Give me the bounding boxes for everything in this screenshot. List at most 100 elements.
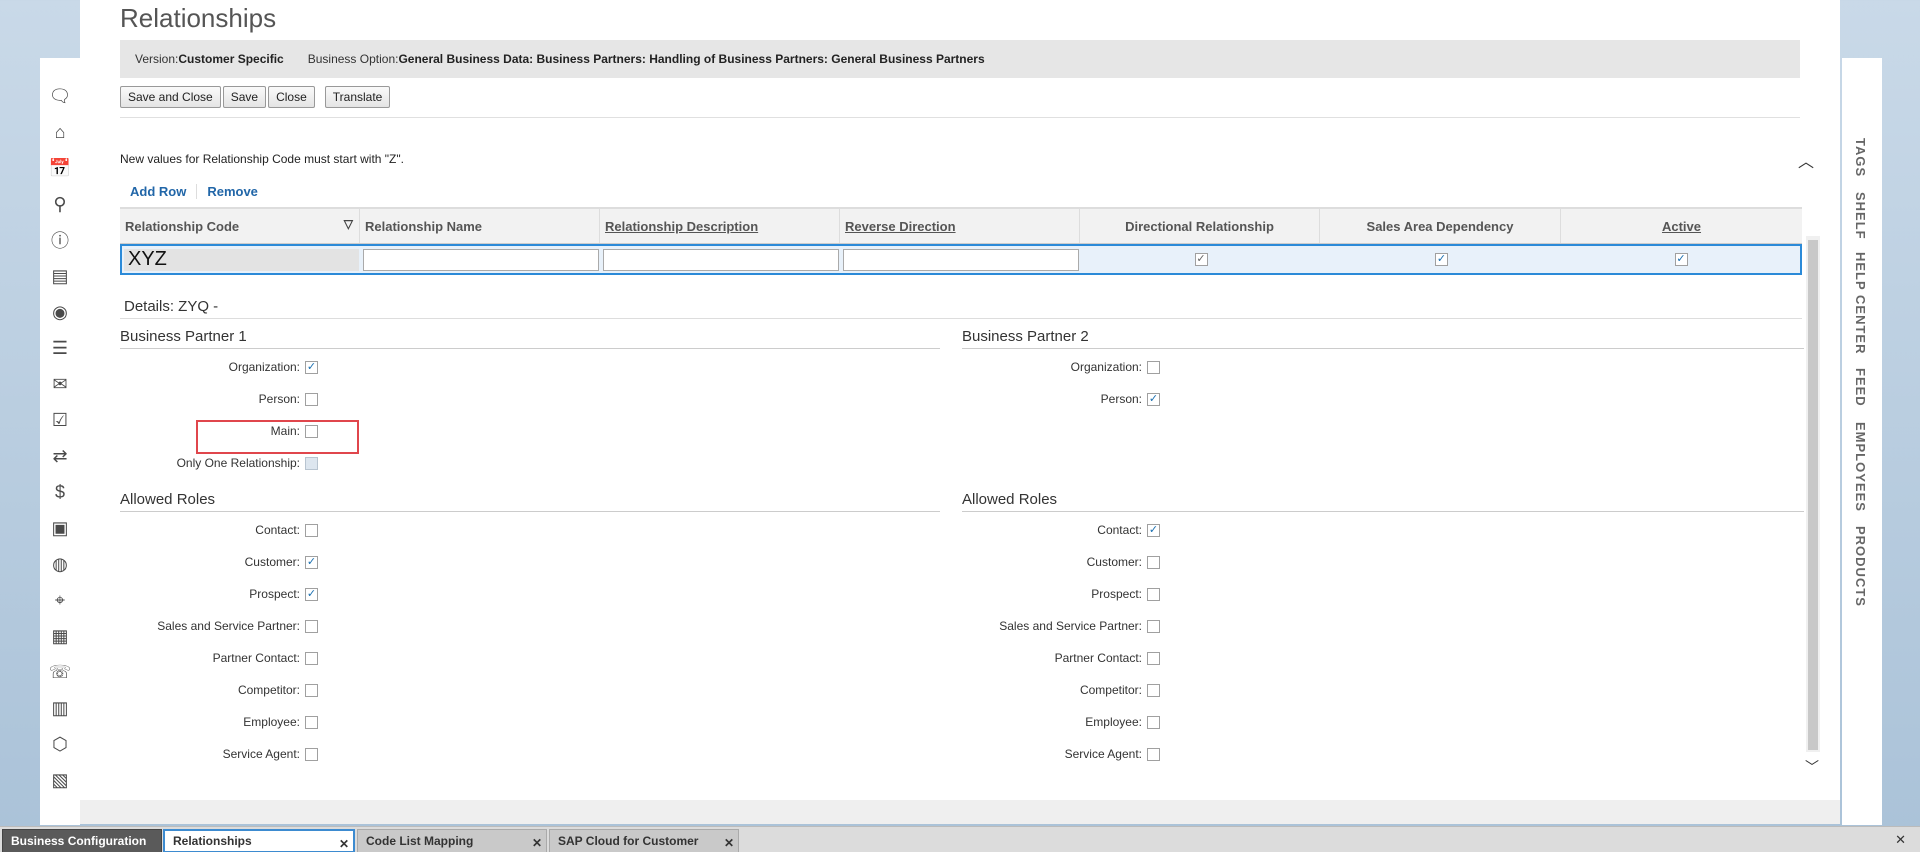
mail-icon[interactable]: ✉ <box>48 372 72 396</box>
document-icon[interactable]: ▧ <box>48 768 72 792</box>
allowed-roles-title: Allowed Roles <box>120 491 216 508</box>
calendar-grid-icon[interactable]: ▦ <box>48 624 72 648</box>
partner-contact-checkbox[interactable] <box>305 651 318 665</box>
field-label: Partner Contact: <box>212 651 300 665</box>
service-agent-checkbox[interactable] <box>1147 747 1160 761</box>
checklist-icon[interactable]: ☑ <box>48 408 72 432</box>
home-icon[interactable]: ⌂ <box>48 120 72 144</box>
relationship-description-input[interactable] <box>603 248 839 271</box>
employee-checkbox[interactable] <box>1147 715 1160 729</box>
role-row: Service Agent: <box>120 747 318 761</box>
prospect-checkbox[interactable] <box>1147 587 1160 601</box>
add-row-button[interactable]: Add Row <box>120 184 196 199</box>
role-row: Partner Contact: <box>120 651 318 665</box>
main-checkbox[interactable] <box>305 424 318 438</box>
organization-checkbox[interactable]: ✓ <box>305 360 318 374</box>
tab-label: SAP Cloud for Customer <box>558 834 699 848</box>
side-tab-feed[interactable]: FEED <box>1853 368 1868 407</box>
page-title: Relationships <box>120 3 277 33</box>
sales-and-service-partner-checkbox[interactable] <box>1147 619 1160 633</box>
toolbar-divider <box>120 117 1800 118</box>
close-icon[interactable]: ✕ <box>339 837 349 851</box>
alert-icon[interactable]: ⓘ <box>48 228 72 252</box>
save-and-close-button[interactable]: Save and Close <box>120 86 221 108</box>
side-tab-shelf[interactable]: SHELF <box>1853 192 1868 240</box>
sales-and-service-partner-checkbox[interactable] <box>305 619 318 633</box>
footer-band <box>80 800 1840 824</box>
map-pin-icon[interactable]: ⌖ <box>48 588 72 612</box>
notebook-icon[interactable]: ▤ <box>48 264 72 288</box>
side-tab-help-center[interactable]: HELP CENTER <box>1853 252 1868 355</box>
phone-icon[interactable]: ☏ <box>48 660 72 684</box>
calendar-icon[interactable]: 📅 <box>48 156 72 180</box>
directional-relationship-checkbox[interactable]: ✓ <box>1194 253 1208 266</box>
column-reverse-direction[interactable]: Reverse Direction <box>840 209 1080 243</box>
tab-code-list-mapping[interactable]: Code List Mapping ✕ <box>357 829 547 852</box>
person-checkbox[interactable] <box>305 392 318 406</box>
column-relationship-description[interactable]: Relationship Description <box>600 209 840 243</box>
service-agent-checkbox[interactable] <box>305 747 318 761</box>
only-one-relationship-checkbox[interactable] <box>305 456 318 470</box>
role-row: Competitor: <box>120 683 318 697</box>
details-divider <box>120 318 1802 319</box>
filter-icon[interactable]: ▽ <box>344 217 353 231</box>
left-navigation-rail: 🗨 ⌂ 📅 ⚲ ⓘ ▤ ◉ ☰ ✉ ☑ ⇄ $ ▣ ◍ ⌖ ▦ ☏ ▥ ⬡ ▧ <box>40 58 80 825</box>
globe-icon[interactable]: ◍ <box>48 552 72 576</box>
reverse-direction-input[interactable] <box>843 248 1079 271</box>
section-title: Business Partner 1 <box>120 328 247 345</box>
employee-checkbox[interactable] <box>305 715 318 729</box>
role-row: Contact: <box>120 523 318 537</box>
organization-checkbox[interactable] <box>1147 360 1160 374</box>
toolbar: Save and Close Save Close Translate <box>120 86 392 108</box>
dollar-icon[interactable]: $ <box>48 480 72 504</box>
field-label: Service Agent: <box>222 747 300 761</box>
scrollbar-thumb[interactable] <box>1808 240 1818 750</box>
field-label: Partner Contact: <box>1054 651 1142 665</box>
box-icon[interactable]: ⬡ <box>48 732 72 756</box>
tab-business-configuration[interactable]: Business Configuration <box>2 829 162 852</box>
person-card-icon[interactable]: ▣ <box>48 516 72 540</box>
person-checkbox[interactable]: ✓ <box>1147 392 1160 406</box>
person-icon[interactable]: ◉ <box>48 300 72 324</box>
column-directional-relationship[interactable]: Directional Relationship <box>1080 209 1320 243</box>
people-list-icon[interactable]: ☰ <box>48 336 72 360</box>
side-tab-tags[interactable]: TAGS <box>1853 138 1868 177</box>
contact-checkbox[interactable] <box>305 523 318 537</box>
clipboard-icon[interactable]: ▥ <box>48 696 72 720</box>
column-relationship-name[interactable]: Relationship Name <box>360 209 600 243</box>
chevron-down-icon[interactable]: ﹀ <box>1805 757 1819 777</box>
prospect-checkbox[interactable]: ✓ <box>305 587 318 601</box>
active-checkbox[interactable]: ✓ <box>1674 253 1688 266</box>
close-icon[interactable]: ✕ <box>724 836 734 850</box>
competitor-checkbox[interactable] <box>305 683 318 697</box>
close-icon[interactable]: ✕ <box>532 836 542 850</box>
sales-area-dependency-checkbox[interactable]: ✓ <box>1435 253 1448 266</box>
close-button[interactable]: Close <box>268 86 315 108</box>
table-row[interactable]: ✓ ✓ ✓ <box>120 244 1802 275</box>
search-icon[interactable]: ⚲ <box>48 192 72 216</box>
tab-relationships[interactable]: Relationships ✕ <box>163 829 355 852</box>
column-label: Relationship Name <box>365 218 483 234</box>
close-all-icon[interactable]: ✕ <box>1895 832 1906 848</box>
customer-checkbox[interactable] <box>1147 555 1160 569</box>
translate-button[interactable]: Translate <box>324 86 391 108</box>
remove-button[interactable]: Remove <box>196 184 268 199</box>
save-button[interactable]: Save <box>222 86 267 108</box>
column-sales-area-dependency[interactable]: Sales Area Dependency <box>1320 209 1561 243</box>
chat-icon[interactable]: 🗨 <box>48 84 72 108</box>
tab-sap-cloud-for-customer[interactable]: SAP Cloud for Customer ✕ <box>549 829 739 852</box>
column-active[interactable]: Active <box>1561 209 1802 243</box>
partner-contact-checkbox[interactable] <box>1147 651 1160 665</box>
chevron-up-icon[interactable]: ︿ <box>1798 148 1814 172</box>
relationship-name-input[interactable] <box>363 248 599 271</box>
side-tab-employees[interactable]: EMPLOYEES <box>1853 422 1868 512</box>
contact-checkbox[interactable]: ✓ <box>1147 523 1160 537</box>
competitor-checkbox[interactable] <box>1147 683 1160 697</box>
side-tab-products[interactable]: PRODUCTS <box>1853 526 1868 607</box>
relationship-code-input[interactable] <box>124 248 359 271</box>
role-row: Contact: ✓ <box>962 523 1160 537</box>
customer-checkbox[interactable]: ✓ <box>305 555 318 569</box>
money-transfer-icon[interactable]: ⇄ <box>48 444 72 468</box>
role-row: Partner Contact: <box>962 651 1160 665</box>
column-relationship-code[interactable]: Relationship Code ▽ <box>120 209 360 243</box>
